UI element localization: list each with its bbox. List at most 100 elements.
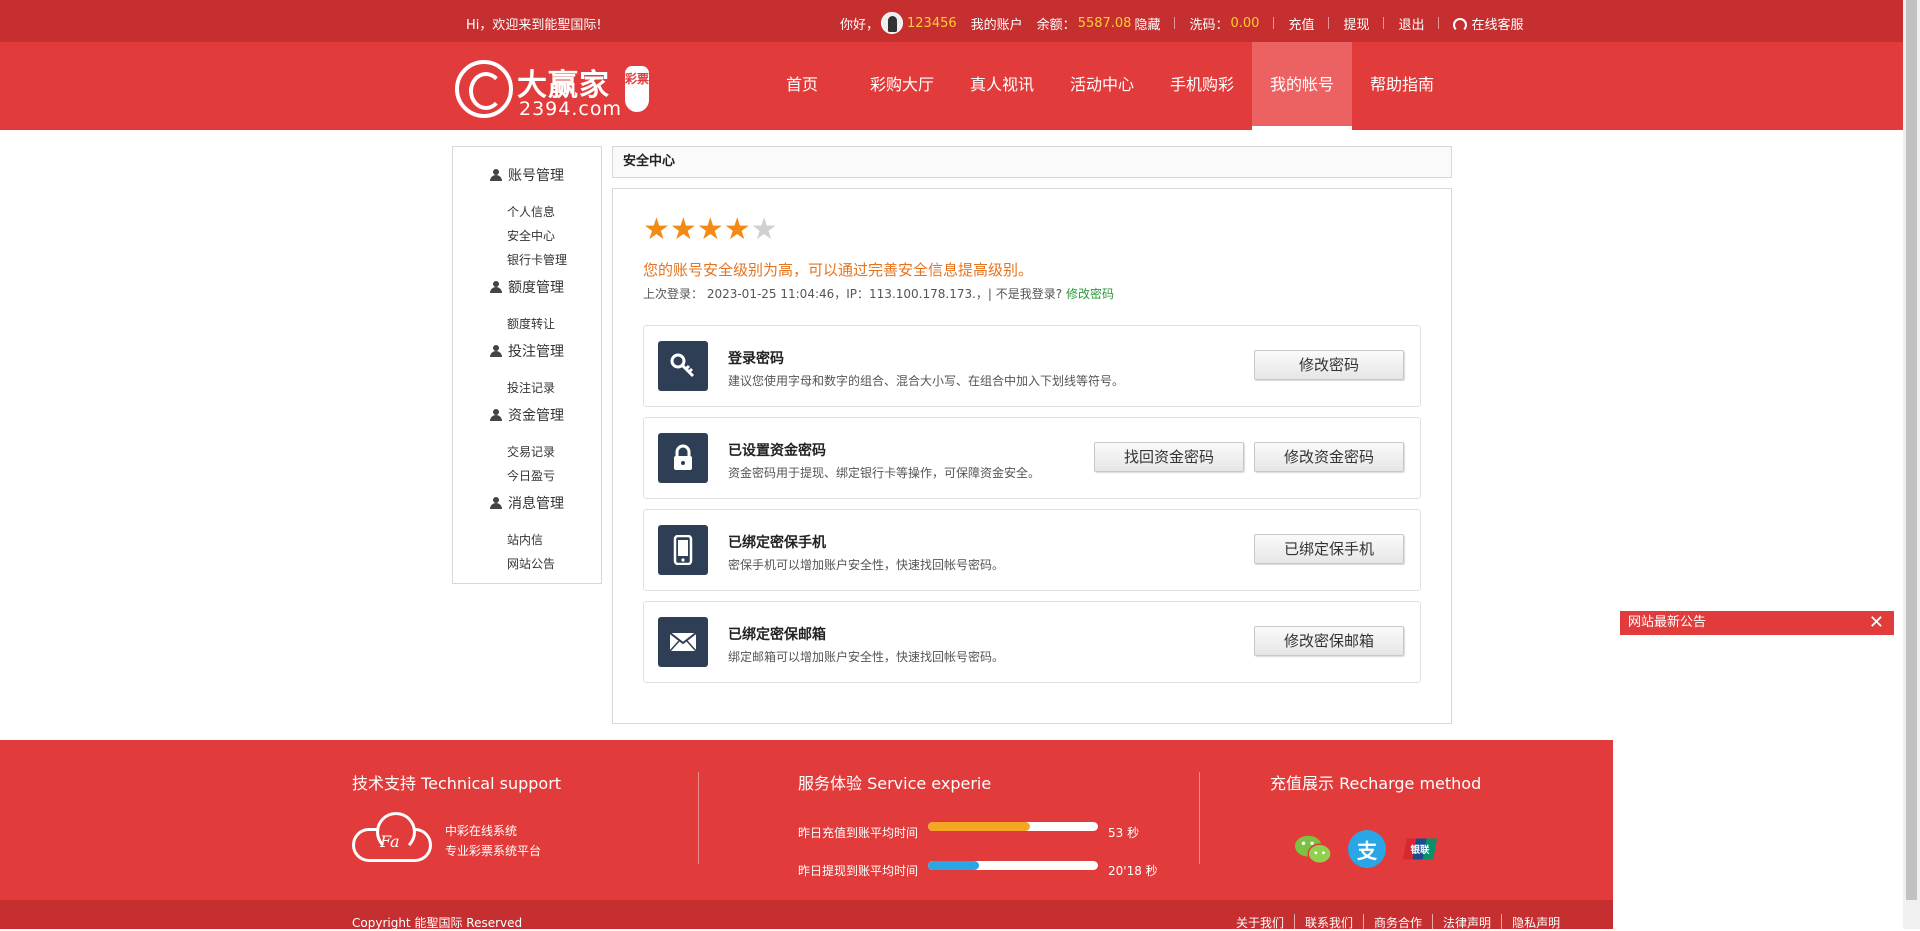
logo-mark-icon bbox=[455, 60, 513, 118]
sidebar-group-funds[interactable]: 资金管理 bbox=[490, 405, 564, 425]
top-bar: Hi，欢迎来到能聖国际! 你好， 123456 我的账户 余额： 5587.08… bbox=[0, 0, 1903, 42]
footer-link-business[interactable]: 商务合作 bbox=[1363, 914, 1432, 931]
announcement-popup[interactable]: 网站最新公告 ✕ bbox=[1620, 611, 1894, 635]
star-icon: ★ bbox=[643, 212, 670, 247]
footer-system-desc: 专业彩票系统平台 bbox=[445, 844, 542, 858]
sidebar-item-announcements[interactable]: 网站公告 bbox=[507, 555, 555, 572]
recover-fund-password-button[interactable]: 找回资金密码 bbox=[1094, 442, 1244, 472]
headset-icon bbox=[1453, 18, 1468, 32]
footer-link-contact[interactable]: 联系我们 bbox=[1294, 914, 1363, 931]
security-row-fund-password: 已设置资金密码 资金密码用于提现、绑定银行卡等操作，可保障资金安全。 找回资金密… bbox=[643, 417, 1421, 499]
star-icon: ★ bbox=[723, 212, 751, 247]
mail-icon bbox=[658, 617, 708, 667]
sidebar-item-quota-transfer[interactable]: 额度转让 bbox=[507, 315, 555, 332]
divider bbox=[1438, 17, 1440, 29]
sidebar-group-bets[interactable]: 投注管理 bbox=[490, 341, 564, 361]
divider bbox=[1383, 17, 1385, 29]
wechat-pay-icon bbox=[1294, 830, 1332, 868]
stat-deposit-bar-fill bbox=[928, 822, 1030, 831]
stat-withdraw-value: 20'18 秒 bbox=[1108, 864, 1158, 878]
nav-my-account[interactable]: 我的帐号 bbox=[1252, 42, 1352, 130]
sidebar-item-security[interactable]: 安全中心 bbox=[507, 227, 555, 244]
page-scrollbar[interactable] bbox=[1903, 0, 1920, 929]
sidebar-group-messages[interactable]: 消息管理 bbox=[490, 493, 564, 513]
avatar[interactable] bbox=[881, 12, 904, 34]
scrollbar-thumb[interactable] bbox=[1906, 0, 1917, 900]
cloud-logo-icon: Fa bbox=[352, 812, 432, 862]
bound-phone-button[interactable]: 已绑定保手机 bbox=[1254, 534, 1404, 564]
row-description: 资金密码用于提现、绑定银行卡等操作，可保障资金安全。 bbox=[728, 466, 1041, 480]
lock-icon bbox=[658, 433, 708, 483]
last-login-info: 上次登录： 2023-01-25 11:04:46，IP：113.100.178… bbox=[643, 287, 1114, 301]
star-empty-icon: ★ bbox=[750, 212, 778, 247]
withdraw-link[interactable]: 提现 bbox=[1343, 14, 1369, 33]
row-title: 已绑定密保邮箱 bbox=[728, 627, 826, 643]
sidebar-item-bet-records[interactable]: 投注记录 bbox=[507, 379, 555, 396]
sidebar-item-inbox[interactable]: 站内信 bbox=[507, 531, 543, 548]
user-icon bbox=[490, 345, 502, 357]
logout-link[interactable]: 退出 bbox=[1398, 14, 1424, 33]
balance-label: 余额： bbox=[1036, 17, 1076, 33]
change-login-password-button[interactable]: 修改密码 bbox=[1254, 350, 1404, 380]
account-sidebar: 账号管理 个人信息 安全中心 银行卡管理 额度管理 额度转让 投注管理 投注记录… bbox=[452, 146, 602, 584]
row-description: 建议您使用字母和数字的组合、混合大小写、在组合中加入下划线等符号。 bbox=[728, 374, 1125, 388]
key-icon bbox=[658, 341, 708, 391]
wash-label: 洗码： bbox=[1189, 17, 1229, 33]
change-fund-password-button[interactable]: 修改资金密码 bbox=[1254, 442, 1404, 472]
hide-balance-link[interactable]: 隐藏 bbox=[1134, 14, 1160, 33]
security-rating: ★ ★ ★ ★ ★ bbox=[643, 215, 778, 245]
footer-tech-support-title: 技术支持 Technical support bbox=[352, 774, 562, 793]
sidebar-group-account[interactable]: 账号管理 bbox=[490, 165, 564, 185]
nav-home[interactable]: 首页 bbox=[752, 42, 852, 130]
sidebar-group-quota[interactable]: 额度管理 bbox=[490, 277, 564, 297]
security-panel: ★ ★ ★ ★ ★ 您的账号安全级别为高，可以通过完善安全信息提高级别。 上次登… bbox=[612, 188, 1452, 724]
sidebar-item-bank-cards[interactable]: 银行卡管理 bbox=[507, 251, 567, 268]
recharge-link[interactable]: 充值 bbox=[1288, 14, 1314, 33]
footer-divider bbox=[1199, 772, 1200, 864]
user-icon bbox=[490, 169, 502, 181]
username[interactable]: 123456 bbox=[907, 16, 957, 31]
nav-promotions[interactable]: 活动中心 bbox=[1052, 42, 1152, 130]
nav-lottery-hall[interactable]: 彩购大厅 bbox=[852, 42, 952, 130]
divider bbox=[1328, 17, 1330, 29]
nav-help[interactable]: 帮助指南 bbox=[1352, 42, 1452, 130]
online-service-link[interactable]: 在线客服 bbox=[1453, 14, 1524, 33]
stat-withdraw-bar bbox=[928, 861, 1098, 870]
stat-deposit-label: 昨日充值到账平均时间 bbox=[798, 826, 919, 840]
footer-link-legal[interactable]: 法律声明 bbox=[1432, 914, 1501, 931]
top-bar-account: 你好， 123456 我的账户 余额： 5587.08 隐藏 洗码： 0.00 … bbox=[840, 12, 1538, 34]
sidebar-item-transactions[interactable]: 交易记录 bbox=[507, 443, 555, 460]
my-account-link[interactable]: 我的账户 bbox=[971, 14, 1023, 33]
row-description: 密保手机可以增加账户安全性，快速找回帐号密码。 bbox=[728, 558, 1005, 572]
footer-service-title: 服务体验 Service experie bbox=[798, 774, 992, 793]
close-icon[interactable]: ✕ bbox=[1869, 611, 1884, 635]
security-row-email: 已绑定密保邮箱 绑定邮箱可以增加账户安全性，快速找回帐号密码。 修改密保邮箱 bbox=[643, 601, 1421, 683]
site-logo[interactable]: 大赢家 2394.com 彩票 bbox=[455, 60, 650, 122]
footer-recharge-title: 充值展示 Recharge method bbox=[1270, 774, 1482, 793]
nav-mobile[interactable]: 手机购彩 bbox=[1152, 42, 1252, 130]
change-email-button[interactable]: 修改密保邮箱 bbox=[1254, 626, 1404, 656]
divider bbox=[1273, 17, 1275, 29]
alipay-icon: 支 bbox=[1348, 830, 1386, 868]
change-password-link[interactable]: 修改密码 bbox=[1066, 287, 1114, 301]
user-icon bbox=[490, 497, 502, 509]
footer-link-privacy[interactable]: 隐私声明 bbox=[1501, 914, 1570, 931]
star-icon: ★ bbox=[669, 212, 697, 247]
security-row-login-password: 登录密码 建议您使用字母和数字的组合、混合大小写、在组合中加入下划线等符号。 修… bbox=[643, 325, 1421, 407]
page-title: 安全中心 bbox=[612, 146, 1452, 178]
star-icon: ★ bbox=[696, 212, 724, 247]
row-title: 登录密码 bbox=[728, 351, 784, 367]
sidebar-item-profile[interactable]: 个人信息 bbox=[507, 203, 555, 220]
main-nav: 首页 彩购大厅 真人视讯 活动中心 手机购彩 我的帐号 帮助指南 bbox=[752, 42, 1452, 130]
greeting-text: Hi，欢迎来到能聖国际! bbox=[466, 18, 602, 33]
footer-link-about[interactable]: 关于我们 bbox=[1226, 914, 1294, 931]
sidebar-item-today-pnl[interactable]: 今日盈亏 bbox=[507, 467, 555, 484]
nav-live-video[interactable]: 真人视讯 bbox=[952, 42, 1052, 130]
row-description: 绑定邮箱可以增加账户安全性，快速找回帐号密码。 bbox=[728, 650, 1005, 664]
divider bbox=[1174, 17, 1176, 29]
wash-value: 0.00 bbox=[1230, 15, 1260, 31]
stat-deposit-bar bbox=[928, 822, 1098, 831]
footer: 技术支持 Technical support Fa 中彩在线系统 专业彩票系统平… bbox=[0, 740, 1613, 900]
logo-en-text: 2394.com bbox=[519, 98, 622, 120]
footer-links: 关于我们 联系我们 商务合作 法律声明 隐私声明 bbox=[1226, 914, 1570, 931]
